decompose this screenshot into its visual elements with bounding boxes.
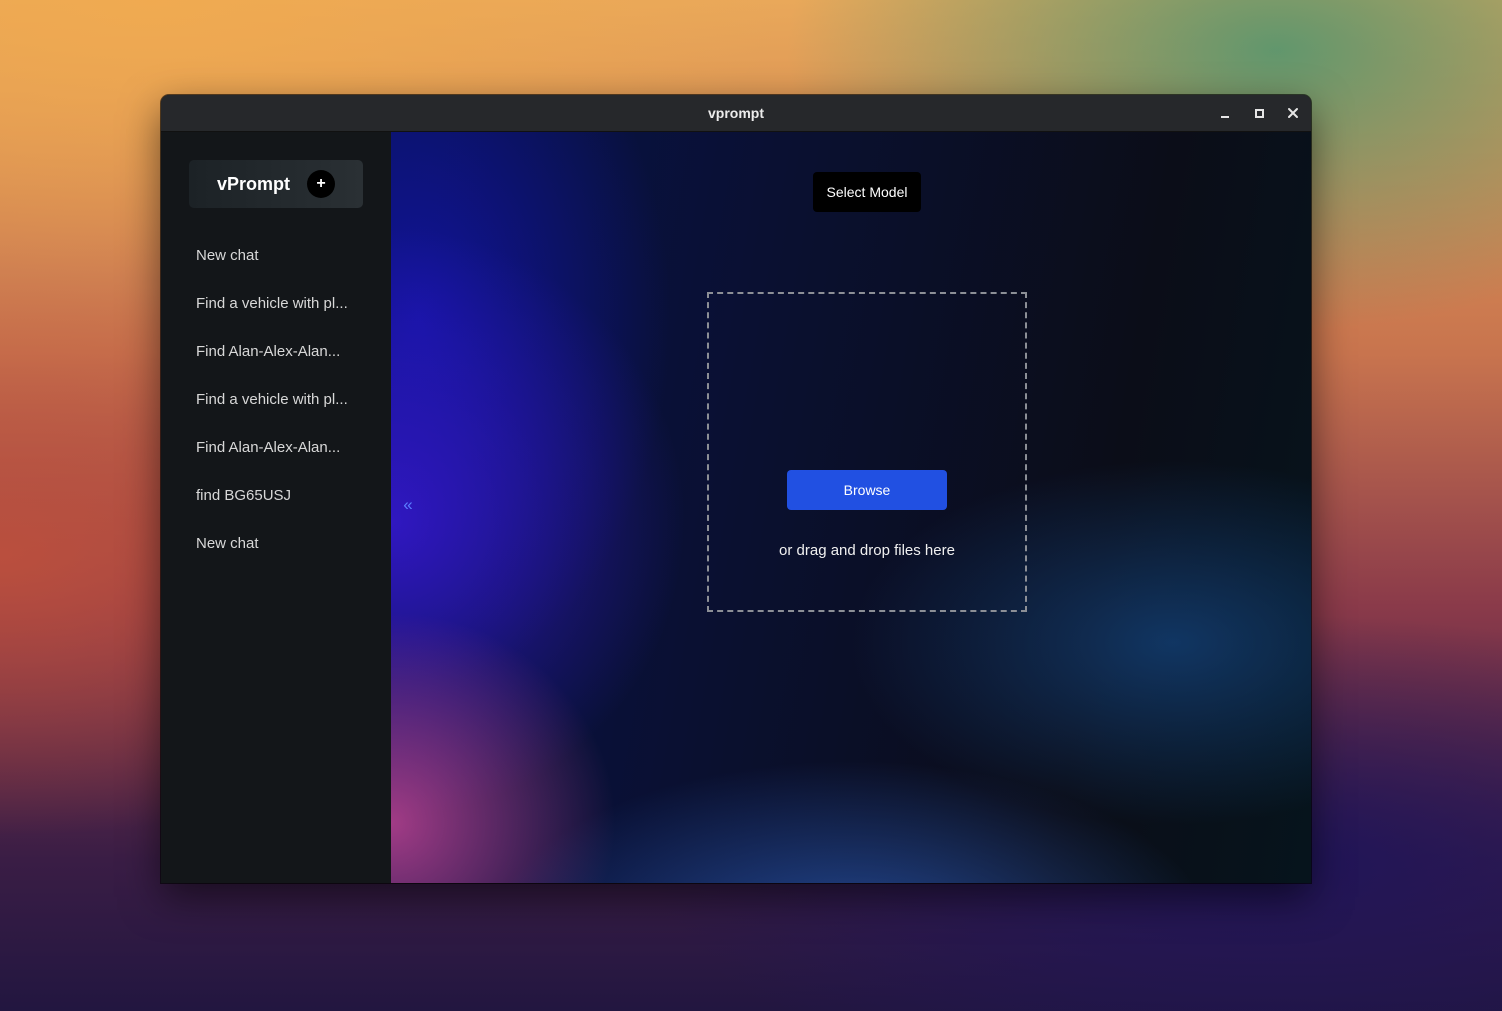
chat-history-item[interactable]: Find a vehicle with pl... (161, 280, 391, 328)
new-chat-button[interactable]: + (307, 170, 335, 198)
minimize-button[interactable] (1215, 103, 1235, 123)
brand-name: vPrompt (217, 174, 291, 194)
chat-history-item[interactable]: Find Alan-Alex-Alan... (161, 424, 391, 472)
chat-history-item[interactable]: New chat (161, 520, 391, 568)
close-button[interactable] (1283, 103, 1303, 123)
title-bar[interactable]: vprompt (161, 95, 1311, 132)
chat-history-item[interactable]: Find a vehicle with pl... (161, 376, 391, 424)
maximize-icon (1255, 109, 1264, 118)
window-title: vprompt (708, 105, 764, 121)
minimize-icon (1221, 116, 1229, 118)
chat-history-item[interactable]: find BG65USJ (161, 472, 391, 520)
collapse-sidebar-icon[interactable]: « (399, 495, 417, 515)
drop-hint-text: or drag and drop files here (779, 542, 955, 559)
brand-card: vPrompt + (189, 160, 363, 208)
chat-history-item[interactable]: Find Alan-Alex-Alan... (161, 328, 391, 376)
select-model-button[interactable]: Select Model (813, 172, 921, 212)
browse-button[interactable]: Browse (787, 470, 947, 510)
sidebar: vPrompt + New chat Find a vehicle with p… (161, 132, 391, 883)
plus-icon: + (316, 175, 326, 192)
chat-history-list: New chat Find a vehicle with pl... Find … (161, 232, 391, 568)
file-dropzone[interactable]: Browse or drag and drop files here (707, 292, 1027, 612)
close-icon (1288, 108, 1298, 118)
app-window: vprompt vPrompt + New chat Find a vehicl… (161, 95, 1311, 883)
maximize-button[interactable] (1249, 103, 1269, 123)
main-panel: Select Model « Browse or drag and drop f… (391, 132, 1311, 883)
chat-history-item[interactable]: New chat (161, 232, 391, 280)
